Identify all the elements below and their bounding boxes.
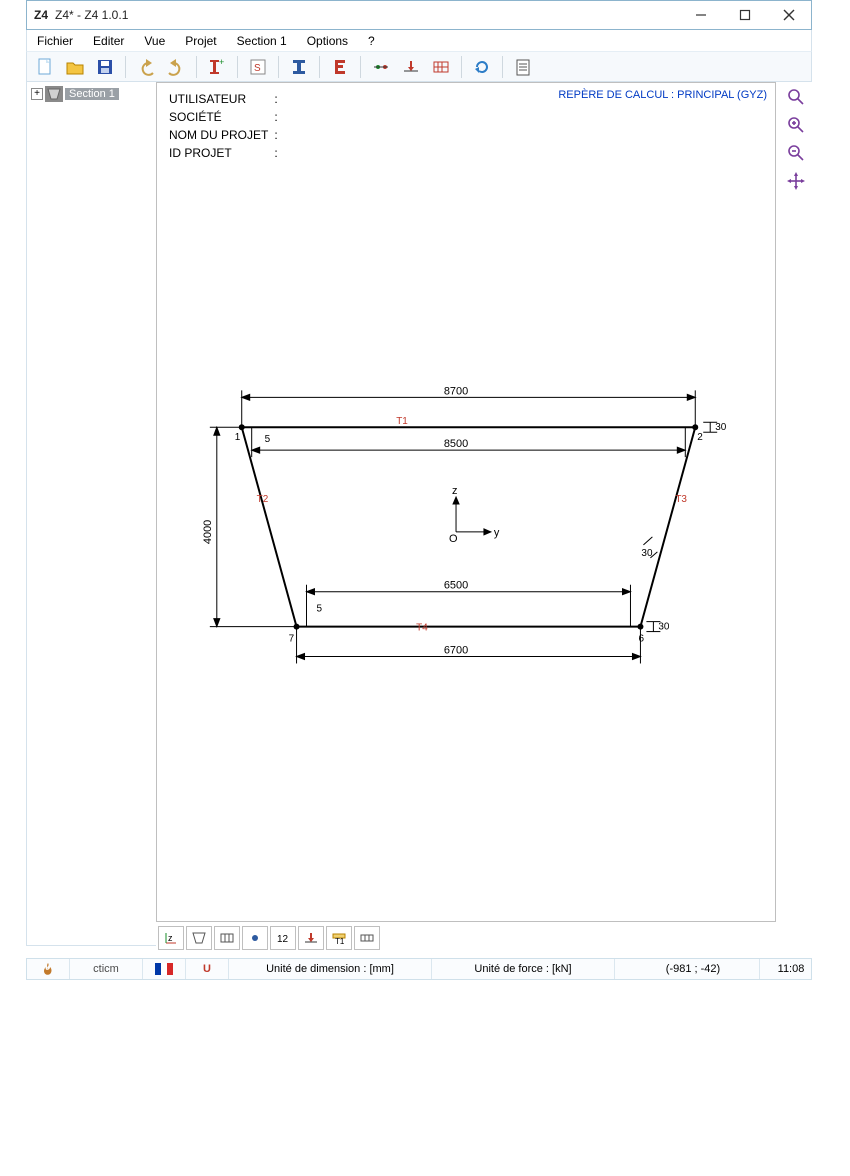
svg-text:4000: 4000	[202, 520, 214, 544]
window-title: Z4* - Z4 1.0.1	[55, 8, 128, 22]
menu-vue[interactable]: Vue	[134, 32, 175, 50]
minimize-button[interactable]	[679, 1, 723, 29]
report-button[interactable]	[509, 53, 537, 81]
new-button[interactable]	[31, 53, 59, 81]
add-node-button[interactable]	[367, 53, 395, 81]
app-icon: Z4	[33, 7, 49, 23]
svg-text:O: O	[449, 533, 458, 545]
view-section-button[interactable]	[186, 926, 212, 950]
save-button[interactable]	[91, 53, 119, 81]
section-drawing: 1 2 7 6 T1 T2 T3 T4	[157, 83, 775, 921]
undo-button[interactable]	[132, 53, 160, 81]
plus-expand-icon[interactable]: +	[31, 88, 43, 100]
tree-root-row[interactable]: + Section 1	[31, 86, 152, 102]
menu-fichier[interactable]: Fichier	[27, 32, 83, 50]
svg-text:2: 2	[697, 432, 703, 443]
svg-text:T4: T4	[416, 623, 428, 634]
status-dimension-unit[interactable]: Unité de dimension : [mm]	[229, 959, 432, 979]
status-spacer	[615, 959, 627, 979]
close-button[interactable]	[767, 1, 811, 29]
status-language-flag[interactable]	[143, 959, 186, 979]
open-button[interactable]	[61, 53, 89, 81]
menu-section[interactable]: Section 1	[227, 32, 297, 50]
menu-options[interactable]: Options	[297, 32, 358, 50]
svg-text:1: 1	[235, 432, 241, 443]
status-brand: cticm	[70, 959, 143, 979]
section-i-button[interactable]	[285, 53, 313, 81]
grid-button[interactable]	[427, 53, 455, 81]
zoom-fit-button[interactable]	[785, 86, 807, 108]
status-u-indicator[interactable]: U	[186, 959, 229, 979]
zoom-in-button[interactable]	[785, 114, 807, 136]
view-dimensions-button[interactable]	[354, 926, 380, 950]
document-canvas[interactable]: UTILISATEUR: SOCIÉTÉ: NOM DU PROJET: ID …	[156, 82, 776, 922]
menu-projet[interactable]: Projet	[175, 32, 226, 50]
svg-text:5: 5	[265, 434, 271, 445]
toolbar: + S	[26, 52, 812, 82]
svg-text:T3: T3	[675, 494, 687, 505]
svg-text:12: 12	[277, 934, 289, 945]
svg-text:z: z	[168, 933, 173, 943]
menu-help[interactable]: ?	[358, 32, 385, 50]
svg-text:S: S	[254, 63, 261, 74]
section-e-button[interactable]	[326, 53, 354, 81]
view-toolbar: z 12 T1	[156, 926, 778, 950]
section-list-button[interactable]: S	[244, 53, 272, 81]
svg-text:6700: 6700	[444, 645, 468, 657]
status-fire-icon	[27, 959, 70, 979]
svg-text:T1: T1	[335, 937, 345, 946]
add-load-button[interactable]	[397, 53, 425, 81]
section-tree-icon	[45, 86, 63, 102]
view-plates-button[interactable]: T1	[326, 926, 352, 950]
svg-text:7: 7	[289, 634, 295, 645]
status-time: 11:08	[760, 959, 822, 979]
view-loads-button[interactable]	[298, 926, 324, 950]
svg-text:z: z	[452, 485, 457, 497]
svg-text:y: y	[494, 527, 500, 539]
maximize-button[interactable]	[723, 1, 767, 29]
pan-button[interactable]	[785, 170, 807, 192]
tree-panel: + Section 1	[26, 82, 156, 946]
svg-text:6500: 6500	[444, 580, 468, 592]
view-nodes-button[interactable]	[242, 926, 268, 950]
zoom-tools	[784, 86, 808, 192]
svg-text:30: 30	[641, 548, 653, 559]
menu-bar: Fichier Editer Vue Projet Section 1 Opti…	[26, 30, 812, 52]
view-axes-button[interactable]: z	[158, 926, 184, 950]
svg-text:8500: 8500	[444, 438, 468, 450]
view-numbers-button[interactable]: 12	[270, 926, 296, 950]
zoom-out-button[interactable]	[785, 142, 807, 164]
section-add-button[interactable]: +	[203, 53, 231, 81]
redo-button[interactable]	[162, 53, 190, 81]
menu-editer[interactable]: Editer	[83, 32, 134, 50]
svg-text:8700: 8700	[444, 385, 468, 397]
svg-text:T2: T2	[257, 494, 269, 505]
status-coordinates: (-981 ; -42)	[627, 959, 760, 979]
view-grid-button[interactable]	[214, 926, 240, 950]
svg-text:T1: T1	[396, 416, 408, 427]
svg-text:+: +	[219, 57, 224, 67]
titlebar: Z4 Z4* - Z4 1.0.1	[26, 0, 812, 30]
svg-text:30: 30	[715, 422, 727, 433]
svg-text:6: 6	[638, 634, 644, 645]
status-bar: cticm U Unité de dimension : [mm] Unité …	[26, 958, 812, 980]
refresh-button[interactable]	[468, 53, 496, 81]
tree-root-label: Section 1	[65, 88, 119, 100]
svg-text:5: 5	[316, 604, 322, 615]
status-force-unit[interactable]: Unité de force : [kN]	[432, 959, 615, 979]
svg-text:30: 30	[658, 622, 670, 633]
